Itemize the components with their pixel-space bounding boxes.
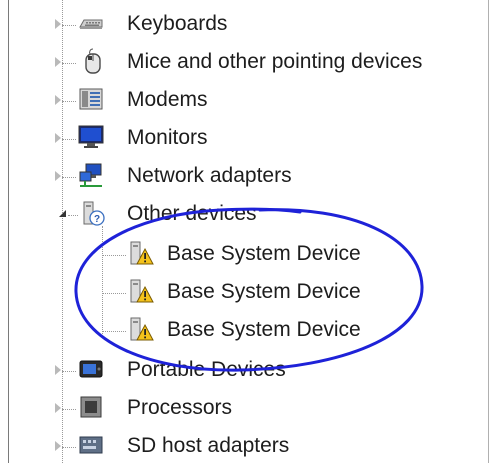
tree-item-base-system-device[interactable]: Base System Device [90, 274, 410, 310]
tree-item-label: SD host adapters [127, 434, 290, 457]
tree-connector [102, 331, 126, 332]
tree-connector [62, 139, 76, 140]
tree-connector [102, 255, 126, 256]
tree-item-other-devices[interactable]: ? Other devices [50, 196, 450, 232]
expand-arrow-icon[interactable] [55, 19, 61, 29]
tree-item-network-adapters[interactable]: Network adapters [50, 158, 450, 194]
tree-item-monitors[interactable]: Monitors [50, 120, 450, 156]
tree-item-base-system-device[interactable]: Base System Device [90, 236, 410, 272]
tree-item-label: Network adapters [127, 164, 292, 187]
tree-item-label: Keyboards [127, 12, 228, 35]
expand-arrow-icon[interactable] [55, 403, 61, 413]
expand-arrow-icon[interactable] [55, 441, 61, 451]
tree-connector [68, 215, 78, 216]
tree-item-label: Mice and other pointing devices [127, 50, 423, 73]
expand-arrow-icon[interactable] [55, 133, 61, 143]
svg-text:?: ? [94, 214, 100, 225]
warning-device-icon [130, 317, 154, 341]
tree-connector [62, 409, 76, 410]
expand-arrow-icon[interactable] [55, 365, 61, 375]
tree-connector [62, 25, 76, 26]
tree-item-mice[interactable]: Mice and other pointing devices [50, 44, 490, 80]
processor-icon [80, 396, 102, 418]
tree-item-portable-devices[interactable]: Portable Devices [50, 352, 450, 388]
tree-connector [62, 177, 76, 178]
expand-arrow-icon[interactable] [55, 95, 61, 105]
tree-connector [62, 101, 76, 102]
tree-item-base-system-device[interactable]: Base System Device [90, 312, 410, 348]
tree-item-label: Other devices [127, 202, 257, 225]
panel-left-border [8, 0, 9, 463]
unknown-device-icon: ? [83, 201, 105, 226]
tree-item-label: Base System Device [167, 318, 361, 341]
network-adapter-icon [79, 163, 102, 187]
sd-host-adapter-icon [79, 436, 103, 454]
mouse-icon [85, 48, 101, 74]
keyboard-icon [79, 19, 103, 29]
tree-item-keyboards[interactable]: Keyboards [50, 6, 450, 42]
tree-item-label: Processors [127, 396, 233, 419]
tree-connector [62, 447, 76, 448]
modem-icon [79, 88, 103, 110]
portable-device-icon [79, 360, 103, 378]
warning-device-icon [130, 279, 154, 303]
tree-item-label: Base System Device [167, 280, 361, 303]
collapse-arrow-icon[interactable] [59, 210, 66, 217]
tree-connector [62, 63, 76, 64]
tree-item-processors[interactable]: Processors [50, 390, 450, 426]
tree-connector [102, 293, 126, 294]
tree-connector [62, 371, 76, 372]
expand-arrow-icon[interactable] [55, 171, 61, 181]
tree-item-sd-host-adapters[interactable]: SD host adapters [50, 428, 450, 464]
expand-arrow-icon[interactable] [55, 57, 61, 67]
monitor-icon [78, 125, 104, 148]
tree-item-modems[interactable]: Modems [50, 82, 450, 118]
tree-item-label: Monitors [127, 126, 208, 149]
tree-item-label: Modems [127, 88, 208, 111]
tree-item-label: Base System Device [167, 242, 361, 265]
warning-device-icon [130, 241, 154, 265]
tree-item-label: Portable Devices [127, 358, 286, 381]
